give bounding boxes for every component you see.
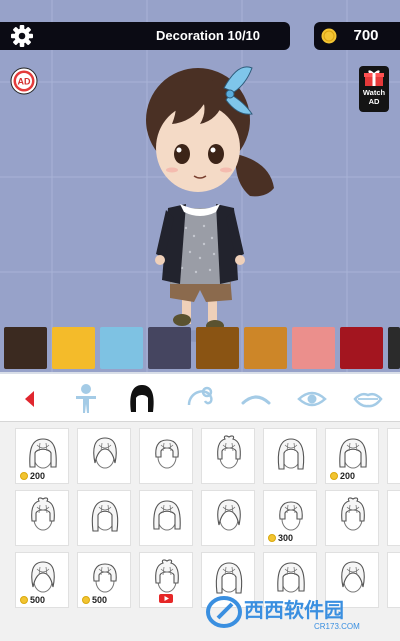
ear-icon	[187, 386, 213, 406]
svg-text:CR173.COM: CR173.COM	[314, 622, 360, 631]
mouth-icon	[353, 392, 383, 408]
item-price-value: 500	[92, 594, 108, 605]
hair-item[interactable]	[387, 428, 400, 484]
color-swatch[interactable]	[244, 327, 287, 369]
decoration-counter: Decoration 10/10	[155, 28, 261, 43]
hair-item[interactable]	[325, 490, 379, 546]
item-price: 200	[330, 470, 355, 481]
hair-style-thumbnail	[339, 438, 367, 469]
item-price: 300	[268, 532, 293, 543]
watermark-logo: 西西软件园 CR173.COM	[206, 596, 360, 631]
hair-style-thumbnail	[277, 562, 305, 593]
color-swatch[interactable]	[388, 327, 400, 369]
hair-style-thumbnail	[217, 435, 241, 469]
hair-item[interactable]: 500	[15, 552, 69, 608]
hair-item[interactable]: 200	[325, 428, 379, 484]
hair-style-thumbnail	[279, 501, 303, 531]
hair-item[interactable]: 200	[15, 428, 69, 484]
hair-style-thumbnail	[341, 497, 365, 531]
coin-icon	[268, 533, 276, 542]
hair-style-thumbnail	[155, 439, 179, 469]
color-swatch[interactable]	[4, 327, 47, 369]
hair-item[interactable]	[387, 552, 400, 608]
hair-item[interactable]	[77, 428, 131, 484]
hair-icon	[130, 385, 154, 412]
watch-ad-button[interactable]: Watch AD	[359, 66, 389, 112]
item-price: 500	[20, 594, 45, 605]
coin-icon	[82, 595, 90, 604]
body-icon	[76, 384, 96, 413]
hair-style-thumbnail	[93, 437, 117, 469]
color-swatch[interactable]	[100, 327, 143, 369]
hair-item[interactable]	[263, 428, 317, 484]
hair-style-thumbnail	[217, 499, 241, 531]
item-price-value: 200	[30, 470, 46, 481]
coin-icon	[321, 28, 337, 44]
eyebrow-icon	[241, 395, 271, 405]
item-price-value: 200	[340, 470, 356, 481]
hair-item[interactable]: 500	[77, 552, 131, 608]
tab-body[interactable]	[58, 376, 114, 422]
item-price: 200	[20, 470, 45, 481]
hair-item[interactable]	[387, 490, 400, 546]
hair-style-thumbnail	[155, 559, 179, 593]
color-swatch[interactable]	[292, 327, 335, 369]
category-tabs	[0, 372, 400, 422]
hair-item[interactable]	[139, 428, 193, 484]
color-swatch[interactable]	[148, 327, 191, 369]
hair-item[interactable]	[201, 428, 255, 484]
ad-badge-icon[interactable]: AD	[10, 67, 38, 95]
coin-icon	[20, 471, 28, 480]
color-swatch[interactable]	[52, 327, 95, 369]
color-swatch[interactable]	[340, 327, 383, 369]
tab-back[interactable]	[2, 376, 58, 422]
chibi-character	[146, 66, 274, 342]
hair-style-thumbnail	[341, 561, 365, 593]
hair-item[interactable]	[201, 490, 255, 546]
svg-text:西西软件园: 西西软件园	[244, 598, 344, 622]
tab-ear[interactable]	[172, 376, 228, 422]
back-arrow-icon	[25, 391, 34, 407]
hair-item[interactable]	[15, 490, 69, 546]
hair-item[interactable]: 300	[263, 490, 317, 546]
hair-style-thumbnail	[215, 562, 243, 594]
tab-eye[interactable]	[284, 376, 340, 422]
coin-icon	[330, 471, 338, 480]
watch-ad-label: Watch AD	[362, 88, 386, 106]
hair-style-thumbnail	[31, 561, 55, 593]
eye-icon	[297, 391, 327, 407]
item-price-value: 500	[30, 594, 46, 605]
color-palette	[0, 327, 400, 372]
hair-item[interactable]	[139, 552, 193, 608]
item-price: 500	[82, 594, 107, 605]
hair-style-thumbnail	[91, 500, 119, 532]
coin-count: 700	[353, 27, 379, 44]
gift-icon	[364, 70, 384, 86]
coin-icon	[20, 595, 28, 604]
hair-style-thumbnail	[93, 563, 117, 593]
gear-icon[interactable]	[8, 24, 36, 48]
tab-eyebrow[interactable]	[228, 376, 284, 422]
hair-style-thumbnail	[277, 438, 305, 470]
ad-badge-text: AD	[18, 77, 31, 87]
color-swatch[interactable]	[196, 327, 239, 369]
hair-item[interactable]	[139, 490, 193, 546]
hair-style-thumbnail	[29, 438, 57, 469]
hair-style-thumbnail	[153, 500, 181, 531]
hair-style-thumbnail	[31, 497, 55, 531]
hair-item[interactable]	[77, 490, 131, 546]
tab-hair[interactable]	[114, 376, 170, 422]
tab-mouth[interactable]	[340, 376, 396, 422]
item-price-value: 300	[278, 532, 294, 543]
video-ad-icon	[159, 594, 173, 603]
